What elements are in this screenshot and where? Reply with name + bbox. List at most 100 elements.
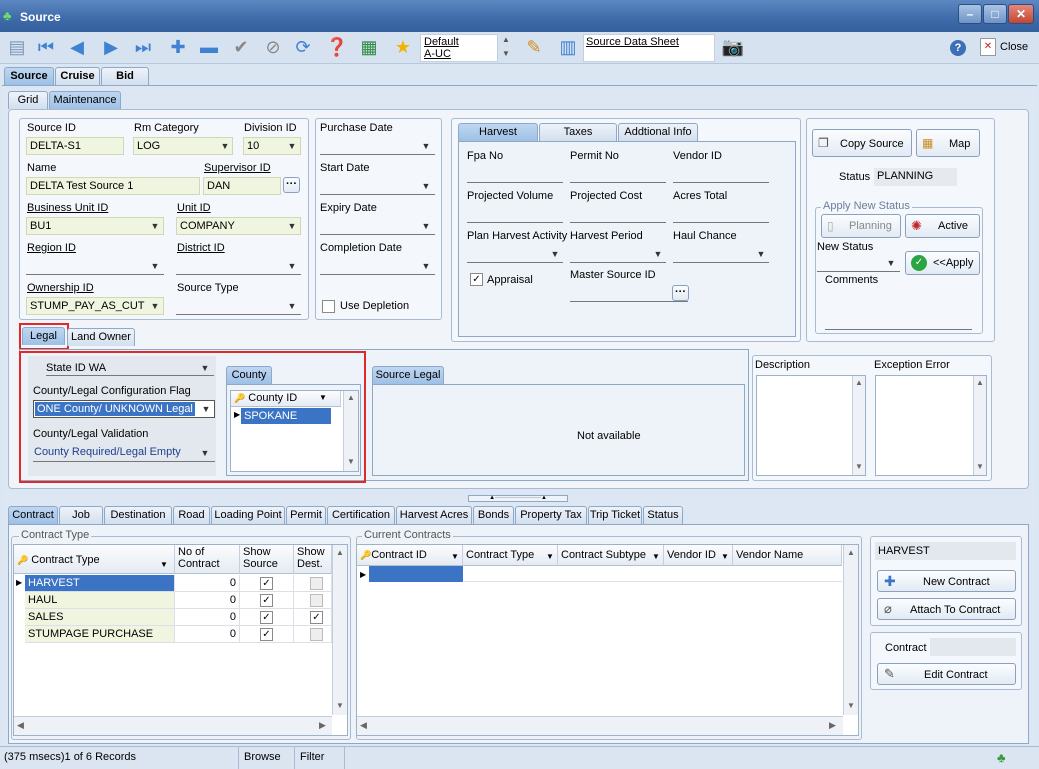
show-dest-checkbox[interactable] (310, 577, 323, 590)
layout-default[interactable]: Default (424, 36, 459, 48)
show-source-checkbox[interactable]: ✓ (260, 628, 273, 641)
tab-certification[interactable]: Certification (327, 506, 395, 524)
no-of-contract-cell[interactable]: 0 (175, 609, 240, 626)
scroll-up-icon[interactable]: ▲ (847, 548, 855, 557)
add-record-icon[interactable]: ✚ (165, 34, 191, 60)
pencil-edit-icon[interactable]: ✎ (521, 34, 547, 60)
expiry-date-input[interactable] (320, 217, 435, 235)
tab-land-owner[interactable]: Land Owner (67, 328, 135, 346)
tab-cruise[interactable]: Cruise (55, 67, 100, 85)
previous-record-icon[interactable]: ◀ (64, 34, 90, 60)
show-dest-checkbox[interactable] (310, 628, 323, 641)
report-selector[interactable]: Source Data Sheet (583, 34, 715, 62)
tab-road[interactable]: Road (173, 506, 210, 524)
show-dest-cell[interactable] (294, 592, 332, 609)
current-contract-selected-cell[interactable] (369, 566, 463, 582)
tab-bid[interactable]: Bid (101, 67, 149, 85)
last-record-icon[interactable]: ⏭ (130, 34, 156, 60)
attach-to-contract-button[interactable]: ⌀ Attach To Contract (877, 598, 1016, 620)
chevron-down-icon[interactable]: ▼ (218, 139, 232, 153)
show-dest-cell[interactable] (294, 575, 332, 592)
use-depletion-checkbox[interactable] (322, 300, 335, 313)
map-button[interactable]: ▦ Map (916, 129, 980, 157)
contract-type-hscroll[interactable]: ◀ ▶ (14, 716, 332, 735)
ownership-id-label[interactable]: Ownership ID (27, 282, 94, 294)
appraisal-checkbox[interactable]: ✓ (470, 273, 483, 286)
current-contract-row[interactable] (464, 566, 842, 582)
show-source-checkbox[interactable]: ✓ (260, 611, 273, 624)
show-dest-cell[interactable]: ✓ (294, 609, 332, 626)
completion-date-input[interactable] (320, 257, 435, 275)
chevron-down-icon[interactable]: ▼ (548, 247, 562, 261)
first-record-icon[interactable]: ⏮ (33, 34, 59, 60)
chevron-down-icon[interactable]: ▼ (148, 259, 162, 273)
tab-trip-ticket[interactable]: Trip Ticket (588, 506, 642, 524)
scroll-up-icon[interactable]: ▲ (336, 548, 344, 557)
projected-cost-input[interactable] (570, 205, 666, 223)
projected-volume-input[interactable] (467, 205, 563, 223)
scroll-down-icon[interactable]: ▼ (976, 462, 984, 471)
master-source-lookup-button[interactable]: ··· (672, 285, 689, 301)
chevron-down-icon[interactable]: ▼ (285, 219, 299, 233)
chevron-down-icon[interactable]: ▼ (419, 259, 433, 273)
tab-county[interactable]: County (226, 366, 272, 384)
help-icon[interactable]: ? (950, 40, 966, 56)
chevron-down-icon[interactable]: ▼ (754, 247, 768, 261)
copy-source-button[interactable]: ❐ Copy Source (812, 129, 912, 157)
tab-status[interactable]: Status (643, 506, 683, 524)
scroll-down-icon[interactable]: ▼ (336, 701, 344, 710)
show-source-header[interactable]: Show Source (240, 545, 294, 574)
scroll-up-icon[interactable]: ▲ (347, 393, 355, 402)
tab-destination[interactable]: Destination (104, 506, 172, 524)
region-id-select[interactable] (26, 257, 164, 275)
chevron-down-icon[interactable]: ▼ (148, 219, 162, 233)
supervisor-lookup-button[interactable]: ··· (283, 177, 300, 193)
county-row[interactable]: SPOKANE (241, 408, 331, 424)
delete-record-icon[interactable]: ▬ (196, 34, 222, 60)
excel-export-icon[interactable]: ▦ (356, 34, 382, 60)
scroll-right-icon[interactable]: ▶ (319, 720, 326, 731)
contract-type-cell[interactable]: HARVEST (25, 575, 175, 592)
source-data-sheet-link[interactable]: Source Data Sheet (586, 36, 679, 48)
tab-additional-info[interactable]: Addtional Info (618, 123, 698, 141)
chevron-down-icon[interactable]: ▼ (285, 299, 299, 313)
apply-button[interactable]: ✓ <<Apply (905, 251, 980, 275)
minimize-button[interactable]: – (958, 4, 982, 24)
acres-total-input[interactable] (673, 205, 769, 223)
master-source-id-input[interactable] (570, 284, 688, 302)
tab-taxes[interactable]: Taxes (539, 123, 617, 141)
supervisor-id-label[interactable]: Supervisor ID (204, 162, 271, 174)
description-textarea[interactable] (756, 375, 866, 476)
exception-error-textarea[interactable] (875, 375, 987, 476)
chevron-down-icon[interactable]: ▼ (884, 256, 898, 270)
no-of-contract-cell[interactable]: 0 (175, 592, 240, 609)
chevron-down-icon[interactable]: ▼ (285, 259, 299, 273)
chevron-down-icon[interactable]: ▼ (148, 299, 162, 313)
vendor-id-input[interactable] (673, 165, 769, 183)
contract-type-header[interactable]: 🔑 Contract Type ▼ (14, 545, 175, 574)
tab-grid[interactable]: Grid (8, 91, 48, 109)
config-flag-select[interactable]: ONE County/ UNKNOWN Legal ▼ (33, 400, 215, 418)
layout-selector[interactable]: Default A-UC (420, 34, 498, 62)
splitter-handle[interactable]: ▲·······················▲ (468, 495, 568, 502)
permit-no-input[interactable] (570, 165, 666, 183)
no-of-contract-header[interactable]: No of Contract (175, 545, 240, 574)
current-contracts-hscroll[interactable]: ◀ ▶ (357, 716, 843, 735)
tab-permit[interactable]: Permit (286, 506, 326, 524)
tab-maintenance[interactable]: Maintenance (49, 91, 121, 109)
refresh-icon[interactable]: ⟳ (290, 34, 316, 60)
description-scrollbar[interactable]: ▲ ▼ (852, 376, 865, 475)
supervisor-id-input[interactable]: DAN (203, 177, 281, 195)
tab-job[interactable]: Job (59, 506, 103, 524)
validation-select[interactable]: County Required/Legal Empty ▼ (33, 444, 215, 462)
maximize-button[interactable]: □ (983, 4, 1007, 24)
next-record-icon[interactable]: ▶ (98, 34, 124, 60)
contract-type-cell[interactable]: STUMPAGE PURCHASE (25, 626, 175, 643)
tab-contract[interactable]: Contract (8, 506, 58, 524)
cancel-icon[interactable]: ⊘ (260, 34, 286, 60)
header-contract-type[interactable]: Contract Type ▼ (463, 545, 558, 566)
new-contract-button[interactable]: ✚ New Contract (877, 570, 1016, 592)
county-id-header[interactable]: 🔑 County ID ▼ (231, 391, 341, 407)
help-document-icon[interactable]: ❓ (324, 34, 350, 60)
tab-source[interactable]: Source (4, 67, 54, 85)
